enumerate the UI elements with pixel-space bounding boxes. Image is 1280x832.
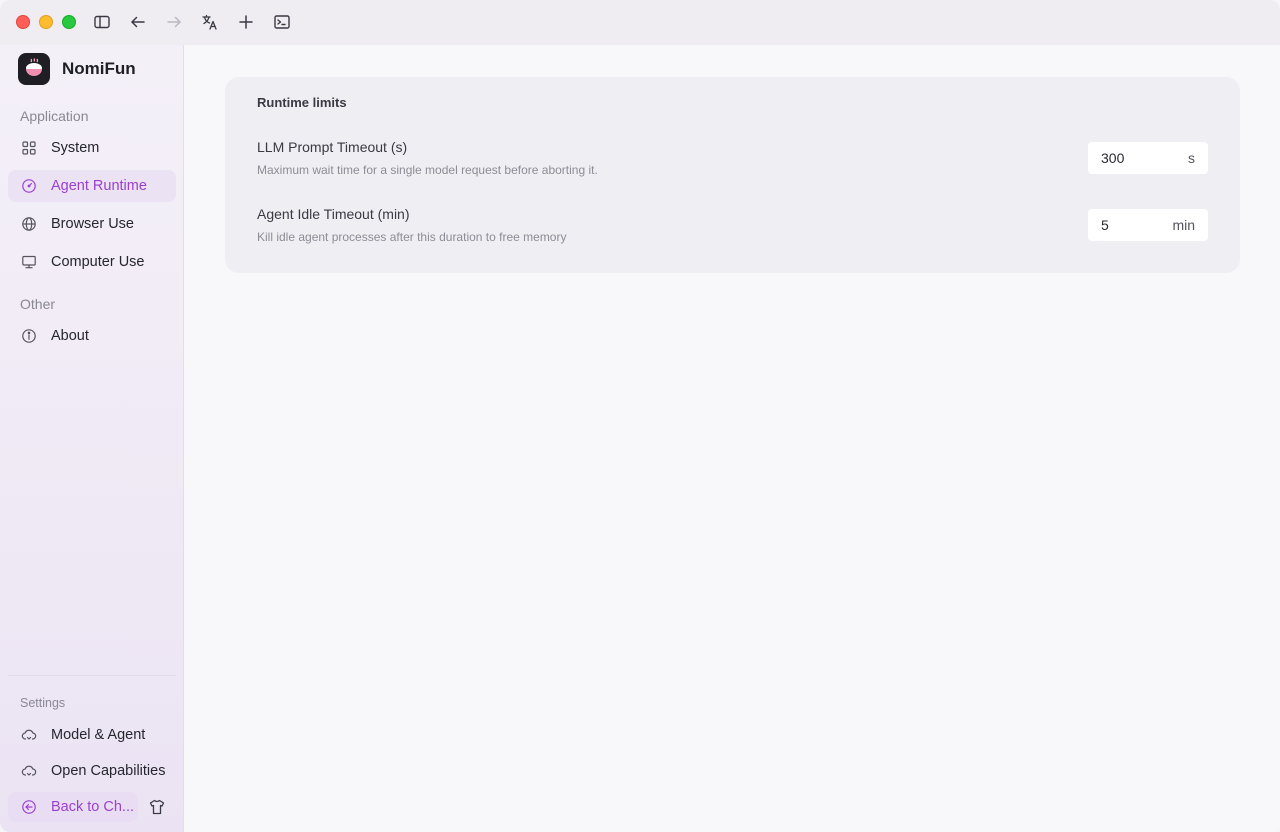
llm-prompt-timeout-input[interactable]: 300 s <box>1088 142 1208 174</box>
globe-icon <box>21 216 37 232</box>
sidebar-item-open-capabilities[interactable]: Open Capabilities <box>8 755 176 787</box>
translate-icon[interactable] <box>200 12 220 32</box>
terminal-icon[interactable] <box>272 12 292 32</box>
input-value: 300 <box>1101 150 1125 166</box>
sidebar-item-label: System <box>51 140 100 156</box>
title-bar <box>0 0 1280 45</box>
grid-icon <box>21 140 37 156</box>
sidebar-item-system[interactable]: System <box>8 132 176 164</box>
arrow-left-icon[interactable] <box>128 12 148 32</box>
llm-prompt-timeout-description: Maximum wait time for a single model req… <box>257 163 598 177</box>
sidebar-item-agent-runtime[interactable]: Agent Runtime <box>8 170 176 202</box>
runtime-limits-card: Runtime limits LLM Prompt Timeout (s) Ma… <box>225 77 1240 273</box>
arrow-right-icon[interactable] <box>164 12 184 32</box>
sidebar-toggle-icon[interactable] <box>92 12 112 32</box>
close-window-button[interactable] <box>16 15 30 29</box>
app-name: NomiFun <box>62 59 136 78</box>
input-unit: s <box>1188 150 1195 166</box>
sidebar-item-model-agent[interactable]: Model & Agent <box>8 719 176 751</box>
info-icon <box>21 328 37 344</box>
sidebar-item-computer-use[interactable]: Computer Use <box>8 246 176 278</box>
sidebar: NomiFun Application System Agent Runtime… <box>0 45 184 832</box>
back-to-chat-button[interactable]: Back to Ch... <box>8 792 138 822</box>
sidebar-item-label: Computer Use <box>51 254 145 270</box>
brand: NomiFun <box>18 53 136 85</box>
section-label-application: Application <box>20 108 89 124</box>
agent-idle-timeout-input[interactable]: 5 min <box>1088 209 1208 241</box>
main-content: Runtime limits LLM Prompt Timeout (s) Ma… <box>185 45 1280 832</box>
section-label-settings: Settings <box>20 696 66 710</box>
sidebar-item-about[interactable]: About <box>8 320 176 352</box>
card-title: Runtime limits <box>257 95 347 110</box>
sidebar-item-label: Agent Runtime <box>51 178 147 194</box>
gauge-icon <box>21 178 37 194</box>
input-value: 5 <box>1101 217 1109 233</box>
sidebar-item-label: Model & Agent <box>51 727 146 743</box>
agent-idle-timeout-description: Kill idle agent processes after this dur… <box>257 230 567 244</box>
app-logo <box>18 53 50 85</box>
cloud-icon <box>21 727 37 743</box>
sidebar-divider <box>8 675 176 676</box>
shirt-icon[interactable] <box>148 798 166 816</box>
monitor-icon <box>21 254 37 270</box>
app-window: NomiFun Application System Agent Runtime… <box>0 0 1280 832</box>
sidebar-item-label: Browser Use <box>51 216 134 232</box>
sidebar-item-label: Open Capabilities <box>51 763 166 779</box>
section-label-other: Other <box>20 296 56 312</box>
zoom-window-button[interactable] <box>62 15 76 29</box>
plus-icon[interactable] <box>236 12 256 32</box>
agent-idle-timeout-label: Agent Idle Timeout (min) <box>257 206 410 222</box>
arrow-left-circle-icon <box>21 799 37 815</box>
minimize-window-button[interactable] <box>39 15 53 29</box>
llm-prompt-timeout-label: LLM Prompt Timeout (s) <box>257 139 408 155</box>
cloud-icon <box>21 763 37 779</box>
sidebar-item-browser-use[interactable]: Browser Use <box>8 208 176 240</box>
sidebar-item-label: About <box>51 328 89 344</box>
back-to-chat-label: Back to Ch... <box>51 799 135 815</box>
input-unit: min <box>1172 217 1195 233</box>
